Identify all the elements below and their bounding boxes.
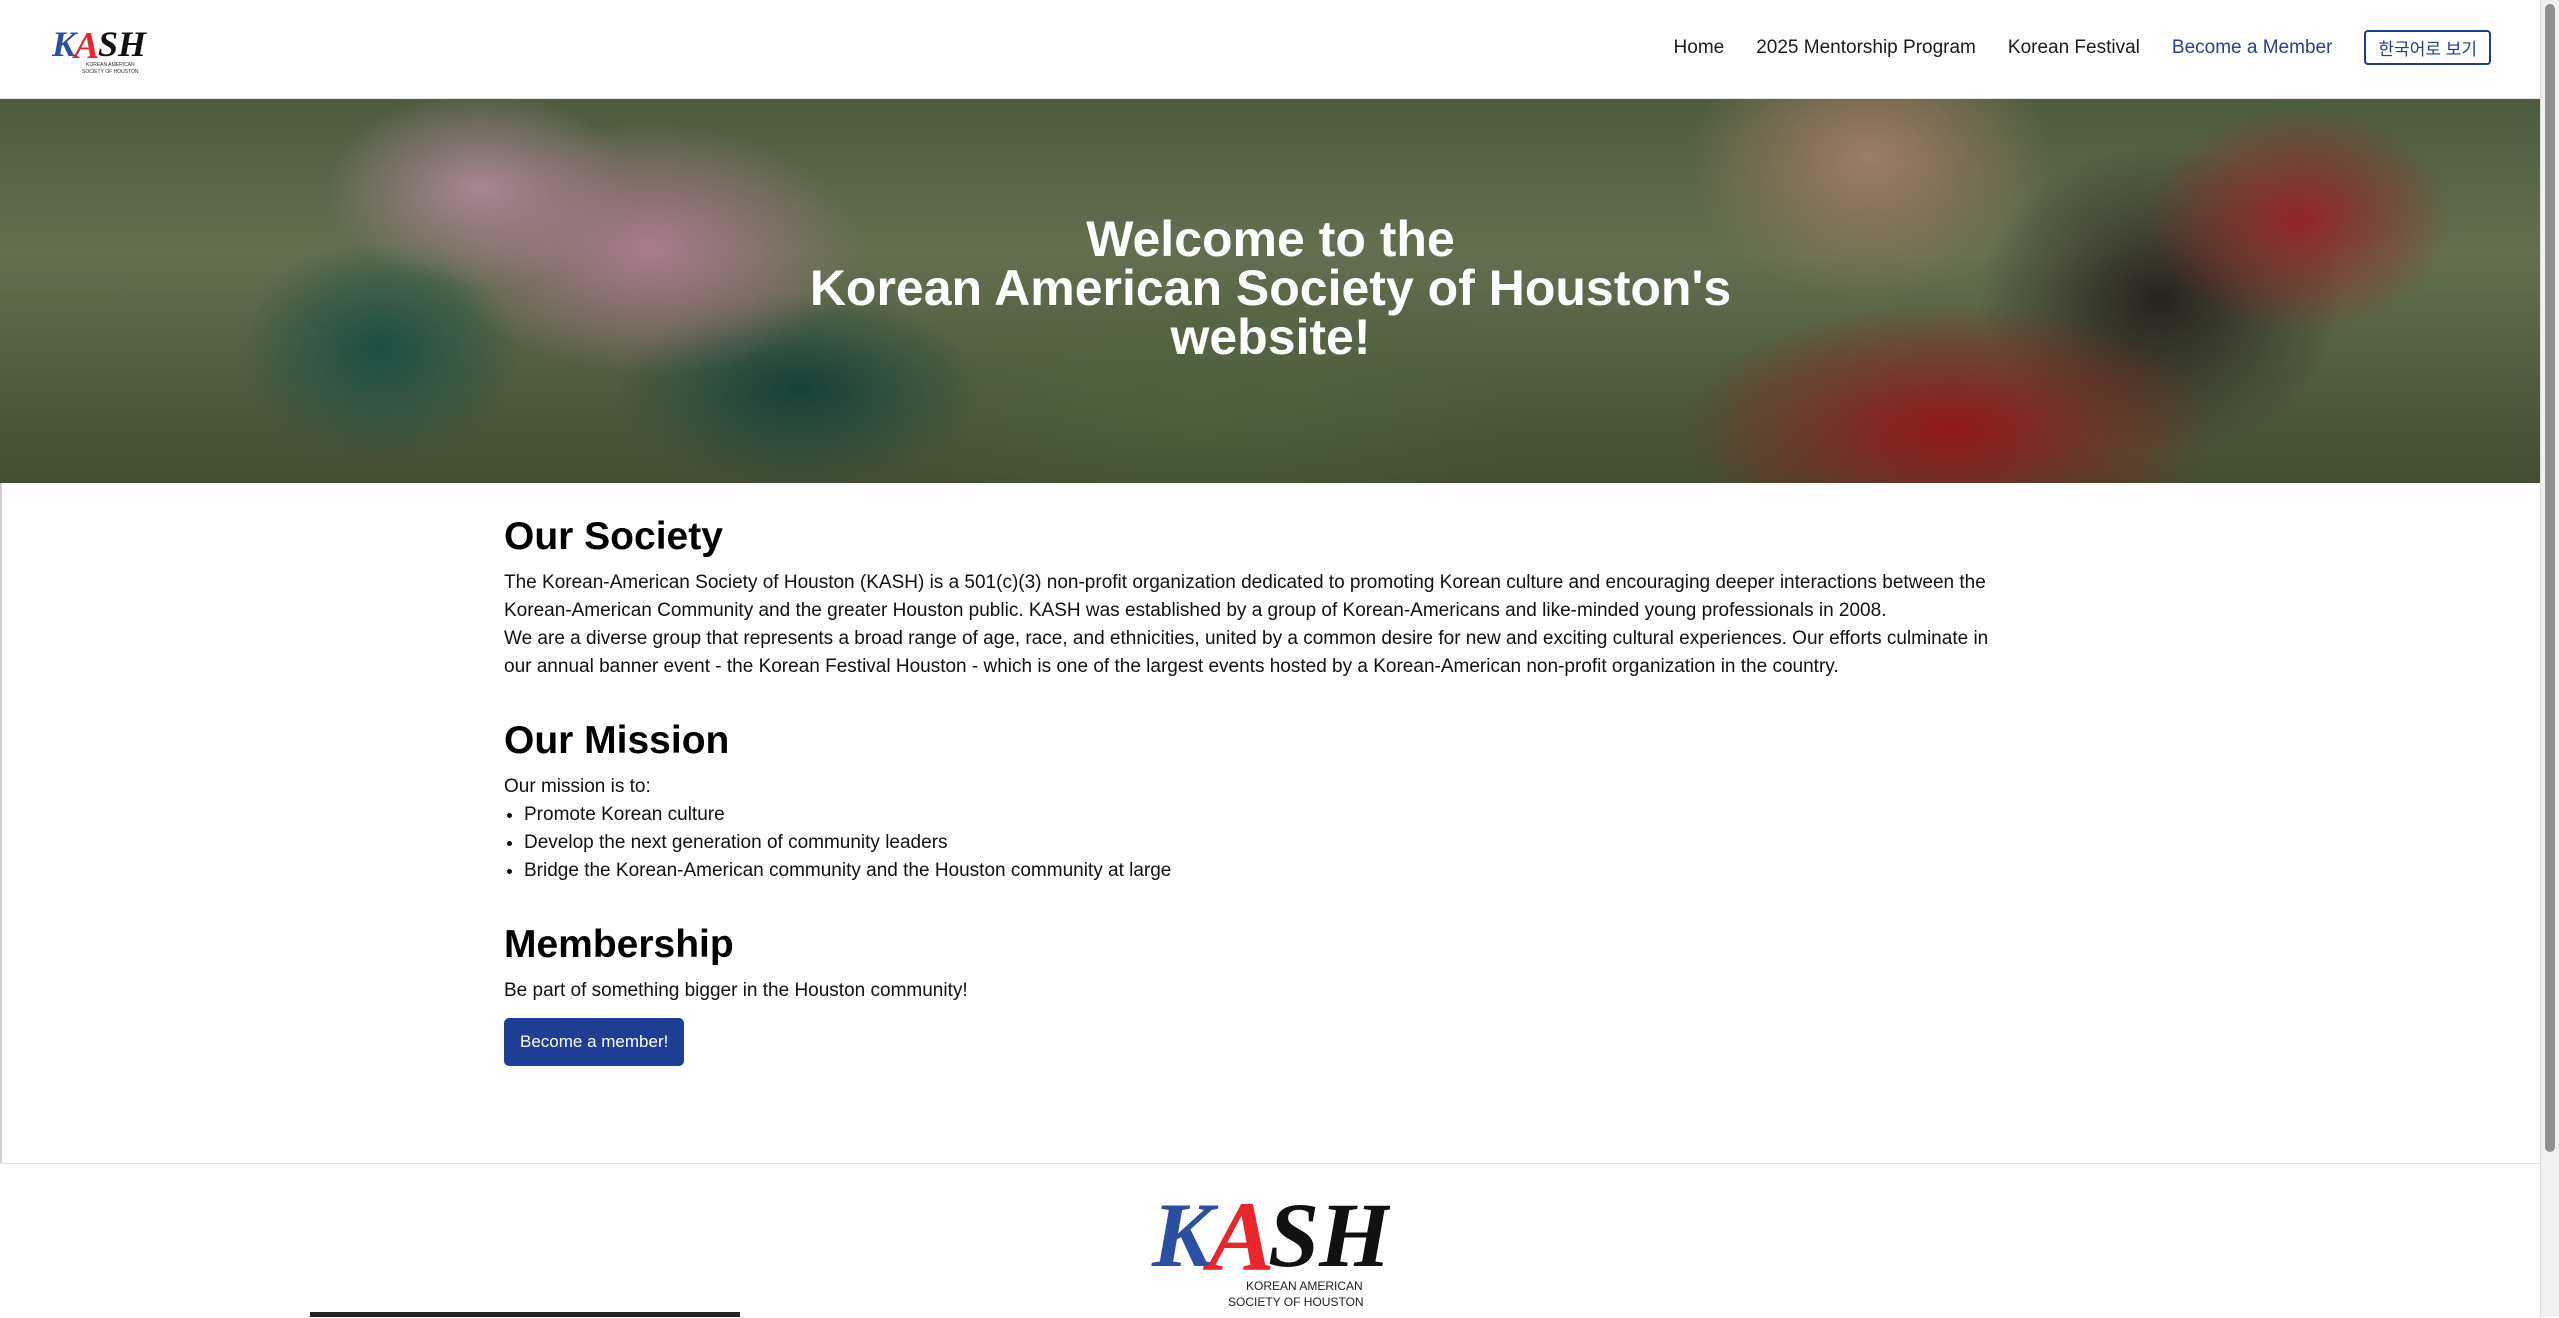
- site-header: K A SH KOREAN AMERICAN SOCIETY OF HOUSTO…: [0, 0, 2541, 99]
- main-content: Our Society The Korean-American Society …: [504, 515, 2014, 1066]
- kash-logo[interactable]: K A SH KOREAN AMERICAN SOCIETY OF HOUSTO…: [50, 18, 150, 78]
- vertical-scrollbar[interactable]: [2540, 0, 2559, 1317]
- hero-title-line3: website!: [1170, 309, 1371, 365]
- scrollbar-thumb[interactable]: [2545, 4, 2555, 1152]
- main-nav: Home 2025 Mentorship Program Korean Fest…: [1674, 30, 2491, 65]
- svg-text:SH: SH: [98, 24, 147, 64]
- nav-become-member[interactable]: Become a Member: [2172, 37, 2333, 59]
- site-footer: K A SH KOREAN AMERICAN SOCIETY OF HOUSTO…: [0, 1163, 2541, 1318]
- nav-home[interactable]: Home: [1674, 37, 1725, 59]
- hero-title-line2: Korean American Society of Houston's: [809, 260, 1732, 316]
- svg-text:KOREAN AMERICAN: KOREAN AMERICAN: [1246, 1279, 1363, 1293]
- korean-language-button[interactable]: 한국어로 보기: [2364, 30, 2491, 65]
- society-heading: Our Society: [504, 515, 723, 558]
- kash-footer-logo[interactable]: K A SH KOREAN AMERICAN SOCIETY OF HOUSTO…: [1150, 1178, 1390, 1318]
- mission-item: Bridge the Korean-American community and…: [524, 857, 2014, 885]
- membership-text: Be part of something bigger in the Houst…: [504, 980, 968, 1001]
- svg-text:SOCIETY OF HOUSTON: SOCIETY OF HOUSTON: [1228, 1295, 1364, 1309]
- svg-text:SH: SH: [1268, 1184, 1390, 1286]
- hero-title: Welcome to the Korean American Society o…: [0, 211, 2541, 365]
- mission-section: Our Mission Our mission is to: Promote K…: [504, 719, 2014, 885]
- mission-list: Promote Korean culture Develop the next …: [504, 801, 2014, 885]
- society-paragraph-2: We are a diverse group that represents a…: [504, 628, 1989, 677]
- mission-item: Promote Korean culture: [524, 801, 2014, 829]
- svg-text:KOREAN AMERICAN: KOREAN AMERICAN: [86, 62, 135, 68]
- become-member-button[interactable]: Become a member!: [504, 1018, 685, 1066]
- svg-text:A: A: [72, 25, 99, 67]
- svg-text:SOCIETY OF HOUSTON: SOCIETY OF HOUSTON: [82, 69, 139, 75]
- mission-intro: Our mission is to:: [504, 776, 651, 797]
- mission-heading: Our Mission: [504, 719, 730, 762]
- hero-title-line1: Welcome to the: [1086, 211, 1455, 267]
- page-bottom-edge: [310, 1312, 740, 1317]
- hero-banner: Welcome to the Korean American Society o…: [0, 99, 2541, 483]
- mission-item: Develop the next generation of community…: [524, 829, 2014, 857]
- society-section: Our Society The Korean-American Society …: [504, 515, 2014, 681]
- nav-korean-festival[interactable]: Korean Festival: [2008, 37, 2140, 59]
- nav-mentorship[interactable]: 2025 Mentorship Program: [1756, 37, 1976, 59]
- svg-text:A: A: [1202, 1181, 1275, 1292]
- membership-section: Membership Be part of something bigger i…: [504, 923, 2014, 1066]
- membership-heading: Membership: [504, 923, 734, 966]
- society-paragraph-1: The Korean-American Society of Houston (…: [504, 572, 1986, 621]
